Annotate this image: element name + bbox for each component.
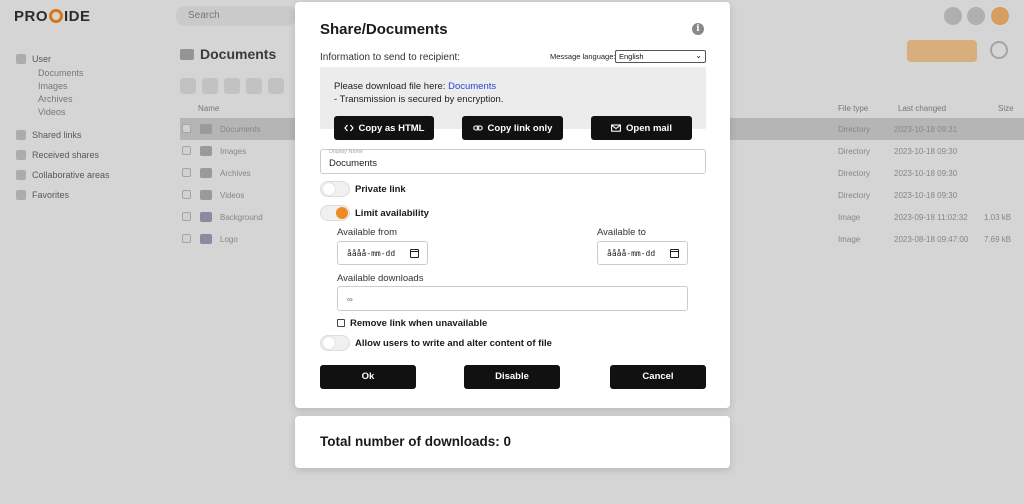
ok-button[interactable]: Ok (320, 365, 416, 389)
available-from-input[interactable]: åååå-mm-dd (337, 241, 428, 265)
share-dialog: Share/Documents i Information to send to… (295, 2, 730, 408)
remove-link-checkbox[interactable] (337, 319, 345, 327)
mail-icon (611, 124, 621, 132)
limit-availability-label: Limit availability (355, 208, 429, 219)
dialog-title: Share/Documents (320, 21, 448, 38)
chevron-down-icon: ⌄ (695, 51, 702, 60)
limit-availability-toggle[interactable] (320, 205, 350, 221)
available-to-label: Available to (597, 227, 646, 238)
open-mail-button[interactable]: Open mail (591, 116, 692, 140)
copy-html-label: Copy as HTML (358, 122, 425, 134)
toggle-knob (336, 207, 348, 219)
copy-html-button[interactable]: Copy as HTML (334, 116, 434, 140)
allow-write-label: Allow users to write and alter content o… (355, 338, 552, 349)
remove-link-label: Remove link when unavailable (350, 318, 488, 329)
info-icon[interactable]: i (692, 23, 704, 35)
cancel-button[interactable]: Cancel (610, 365, 706, 389)
available-from-value: åååå-mm-dd (347, 249, 396, 258)
copy-link-label: Copy link only (487, 122, 553, 134)
message-line-1: Please download file here: Documents (334, 81, 496, 92)
open-mail-label: Open mail (626, 122, 672, 134)
language-value: English (619, 52, 644, 61)
available-to-input[interactable]: åååå-mm-dd (597, 241, 688, 265)
available-downloads-label: Available downloads (337, 273, 424, 284)
available-to-value: åååå-mm-dd (607, 249, 656, 258)
message-line-2: - Transmission is secured by encryption. (334, 94, 504, 105)
available-downloads-input[interactable]: ∞ (337, 286, 688, 311)
private-link-toggle[interactable] (320, 181, 350, 197)
link-icon (472, 125, 483, 131)
message-link[interactable]: Documents (448, 81, 496, 92)
calendar-icon[interactable] (670, 249, 679, 258)
display-name-field[interactable]: Display Name Documents (320, 149, 706, 174)
code-icon (343, 124, 354, 132)
message-prefix: Please download file here: (334, 81, 449, 92)
language-label: Message language: (550, 52, 616, 61)
available-downloads-value: ∞ (347, 295, 353, 304)
available-from-label: Available from (337, 227, 398, 238)
copy-link-button[interactable]: Copy link only (462, 116, 563, 140)
disable-button[interactable]: Disable (464, 365, 560, 389)
info-label: Information to send to recipient: (320, 52, 461, 63)
download-stats-panel: Total number of downloads: 0 (295, 416, 730, 468)
total-downloads-text: Total number of downloads: 0 (320, 434, 511, 449)
allow-write-toggle[interactable] (320, 335, 350, 351)
toggle-knob (323, 337, 335, 349)
toggle-knob (323, 183, 335, 195)
calendar-icon[interactable] (410, 249, 419, 258)
display-name-value: Documents (329, 158, 378, 169)
display-name-label: Display Name (329, 149, 364, 155)
private-link-label: Private link (355, 184, 406, 195)
language-select[interactable]: English ⌄ (615, 50, 706, 63)
